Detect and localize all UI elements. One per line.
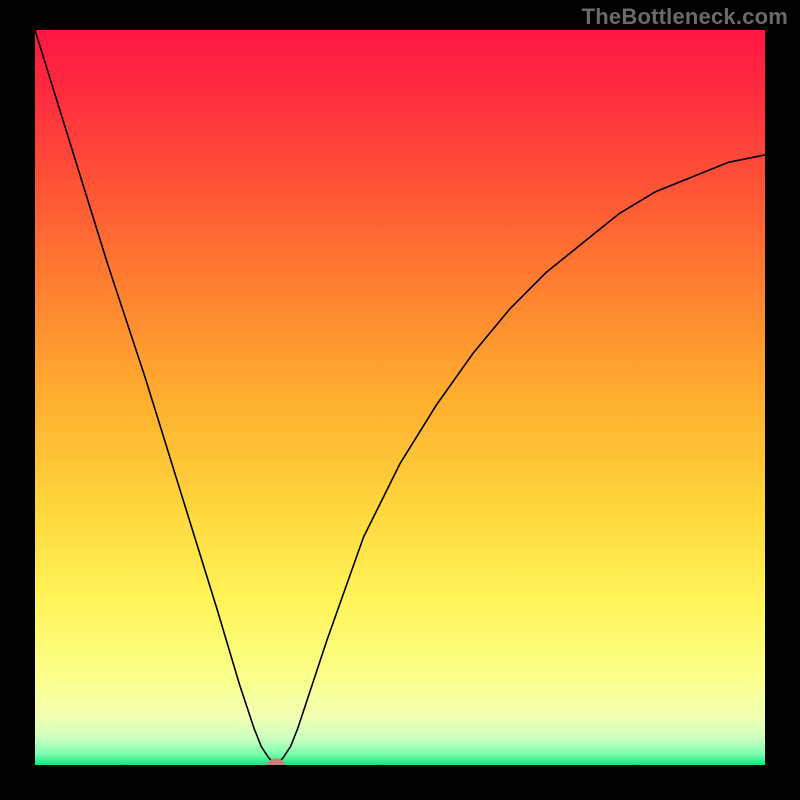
chart-frame: TheBottleneck.com — [0, 0, 800, 800]
plot-background — [35, 30, 765, 765]
plot-svg — [35, 30, 765, 765]
bottleneck-plot — [35, 30, 765, 765]
watermark-text: TheBottleneck.com — [582, 4, 788, 30]
